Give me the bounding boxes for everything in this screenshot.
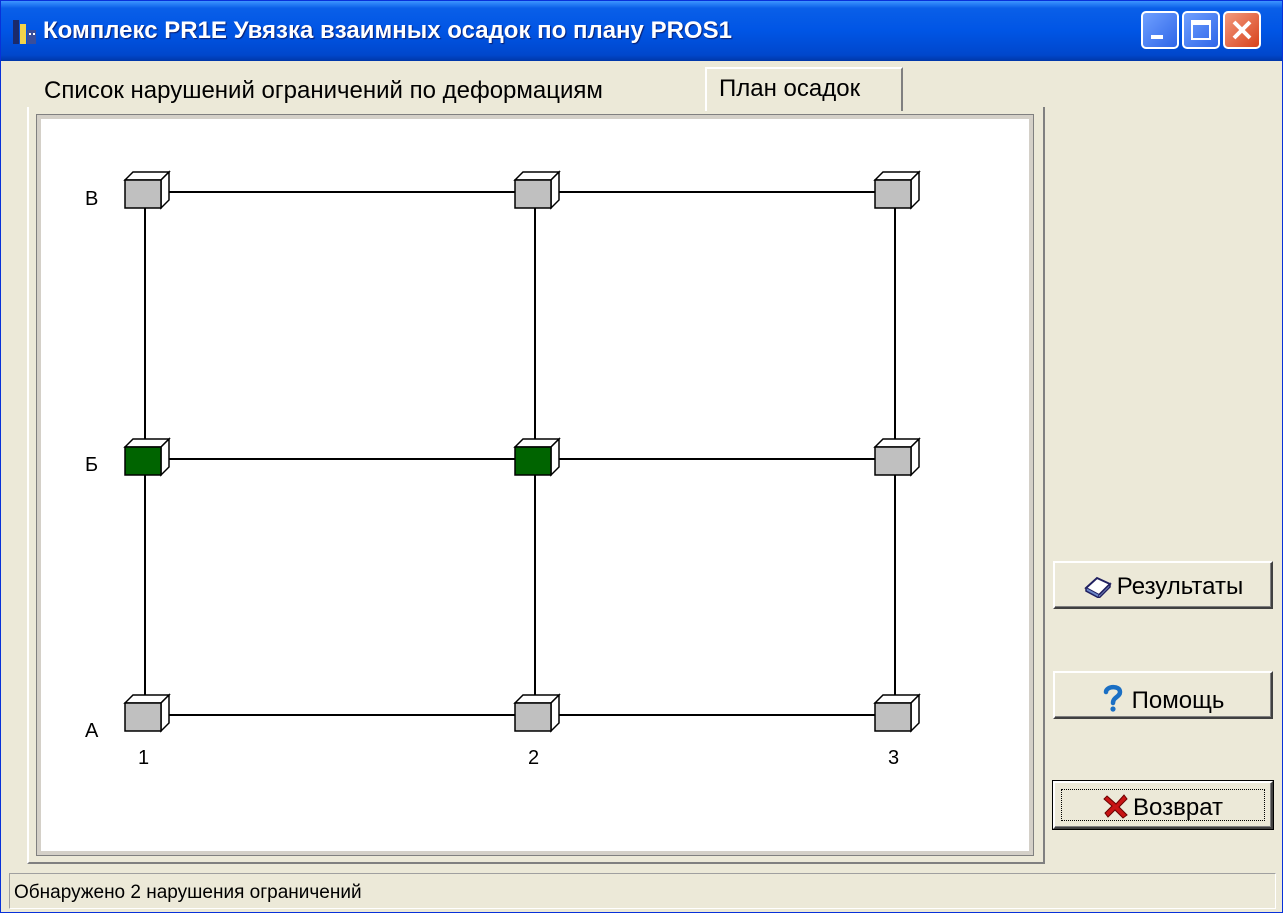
help-button-label: Помощь	[1131, 687, 1225, 714]
plan-node-А1	[123, 693, 171, 733]
plan-node-В1	[123, 170, 171, 210]
return-button-label: Возврат	[1133, 794, 1223, 821]
book-icon	[1084, 576, 1112, 600]
plan-node-А3	[873, 693, 921, 733]
close-icon	[1232, 20, 1252, 40]
main-window: Комплекс PR1E Увязка взаимных осадок по …	[0, 0, 1283, 913]
tab-violations-list[interactable]: Список нарушений ограничений по деформац…	[31, 71, 707, 109]
plan-node-В2	[513, 170, 561, 210]
column-label-3: 3	[888, 747, 899, 769]
results-button-label: Результаты	[1116, 573, 1244, 600]
window-title: Комплекс PR1E Увязка взаимных осадок по …	[43, 17, 732, 44]
status-text: Обнаружено 2 нарушения ограничений	[14, 882, 362, 903]
question-mark-icon	[1103, 684, 1122, 712]
return-button[interactable]: Возврат	[1052, 780, 1274, 830]
column-label-1: 1	[138, 747, 149, 769]
results-button[interactable]: Результаты	[1053, 561, 1273, 609]
row-label-v: В	[85, 188, 98, 210]
minimize-icon	[1151, 35, 1163, 39]
plan-nodes	[123, 170, 921, 733]
plan-node-Б3	[873, 437, 921, 477]
settlement-plan-drawing: В Б А 1 2 3	[85, 170, 921, 769]
plan-node-В3	[873, 170, 921, 210]
app-icon	[13, 20, 36, 44]
plan-node-Б1	[123, 437, 171, 477]
title-bar[interactable]: Комплекс PR1E Увязка взаимных осадок по …	[1, 1, 1282, 61]
maximize-button[interactable]	[1182, 11, 1220, 49]
plan-canvas: В Б А 1 2 3	[36, 114, 1034, 856]
row-label-a: А	[85, 720, 99, 742]
column-label-2: 2	[528, 747, 539, 769]
minimize-button[interactable]	[1141, 11, 1179, 49]
tab-settlement-plan[interactable]: План осадок	[705, 67, 903, 111]
status-bar: Обнаружено 2 нарушения ограничений	[9, 873, 1276, 909]
plan-node-А2	[513, 693, 561, 733]
plan-node-Б2	[513, 437, 561, 477]
red-x-icon	[1103, 794, 1128, 819]
maximize-icon	[1191, 20, 1211, 40]
close-button[interactable]	[1223, 11, 1261, 49]
help-button[interactable]: Помощь	[1053, 671, 1273, 719]
row-label-b: Б	[85, 454, 98, 476]
